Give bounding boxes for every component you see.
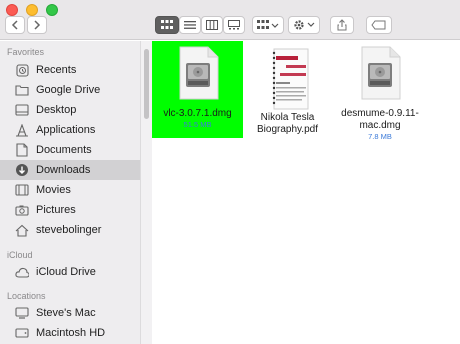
column-view-button[interactable]	[201, 16, 223, 34]
camera-icon	[15, 203, 29, 217]
sidebar-item-label: Movies	[36, 184, 71, 196]
gallery-view-button[interactable]	[223, 16, 245, 34]
file-item-tesla-pdf[interactable]: Nikola Tesla Biography.pdf	[245, 44, 330, 136]
sidebar: Favorites Recents Google Drive Desktop A…	[0, 41, 140, 344]
download-icon	[15, 163, 29, 177]
cloud-icon	[15, 265, 29, 279]
hard-drive-icon	[15, 326, 29, 340]
sidebar-item-label: Desktop	[36, 104, 77, 116]
sidebar-item-icloud-drive[interactable]: iCloud Drive	[0, 262, 140, 282]
chevron-left-icon	[11, 20, 18, 30]
list-view-button[interactable]	[179, 16, 201, 34]
disk-image-icon	[361, 46, 401, 100]
desktop-icon	[15, 103, 29, 117]
scrollbar-thumb[interactable]	[144, 49, 149, 119]
sidebar-item-label: iCloud Drive	[36, 266, 96, 278]
share-icon	[337, 19, 347, 31]
gallery-view-icon	[228, 20, 240, 30]
file-size: 51.5 MB	[183, 120, 212, 129]
back-button[interactable]	[5, 16, 25, 34]
file-size: 7.8 MB	[368, 132, 392, 141]
home-icon	[15, 223, 29, 237]
sidebar-item-label: Downloads	[36, 164, 91, 176]
share-button[interactable]	[330, 16, 354, 34]
sidebar-item-downloads[interactable]: Downloads	[0, 160, 140, 180]
sidebar-item-applications[interactable]: Applications	[0, 120, 140, 140]
locations-header: Locations	[7, 291, 46, 301]
sidebar-item-documents[interactable]: Documents	[0, 140, 140, 160]
sidebar-item-home[interactable]: stevebolinger	[0, 220, 140, 240]
file-item-vlc[interactable]: vlc-3.0.7.1.dmg 51.5 MB	[155, 44, 240, 130]
group-grid-icon	[257, 20, 279, 29]
file-name: vlc-3.0.7.1.dmg	[163, 108, 232, 119]
disk-image-icon	[179, 46, 218, 100]
grid-view-icon	[161, 20, 173, 29]
minimize-window-button[interactable]	[26, 4, 38, 16]
sidebar-item-steves-mac[interactable]: Steve's Mac	[0, 303, 140, 323]
gear-icon	[294, 20, 315, 30]
sidebar-item-desktop[interactable]: Desktop	[0, 100, 140, 120]
group-by-button[interactable]	[252, 16, 284, 34]
clock-icon	[15, 63, 29, 77]
zoom-window-button[interactable]	[46, 4, 58, 16]
chevron-right-icon	[34, 20, 41, 30]
icon-view-button[interactable]	[155, 16, 179, 34]
computer-icon	[15, 306, 29, 320]
sidebar-item-macintosh-hd[interactable]: Macintosh HD	[0, 323, 140, 343]
icloud-header: iCloud	[7, 250, 33, 260]
sidebar-item-label: Google Drive	[36, 84, 101, 96]
document-icon	[15, 143, 29, 157]
sidebar-item-label: Recents	[36, 64, 77, 76]
file-item-desmume[interactable]: desmume-0.9.11- mac.dmg 7.8 MB	[335, 44, 425, 142]
sidebar-item-label: Pictures	[36, 204, 76, 216]
sidebar-item-label: stevebolinger	[36, 224, 102, 236]
sidebar-item-label: Steve's Mac	[36, 307, 96, 319]
forward-button[interactable]	[27, 16, 47, 34]
wikihow-watermark: wikiHow	[376, 319, 452, 338]
file-name-line2: Biography.pdf	[257, 124, 318, 135]
sidebar-item-google-drive[interactable]: Google Drive	[0, 80, 140, 100]
pdf-icon	[272, 48, 308, 110]
list-view-icon	[184, 21, 196, 29]
sidebar-item-label: Documents	[36, 144, 92, 156]
file-name-line1: desmume-0.9.11-	[341, 108, 419, 119]
edit-tags-button[interactable]	[366, 16, 392, 34]
file-name-line2: mac.dmg	[359, 120, 401, 131]
action-menu-button[interactable]	[288, 16, 320, 34]
tag-icon	[371, 20, 386, 30]
sidebar-item-recents[interactable]: Recents	[0, 60, 140, 80]
sidebar-item-pictures[interactable]: Pictures	[0, 200, 140, 220]
sidebar-item-movies[interactable]: Movies	[0, 180, 140, 200]
favorites-header: Favorites	[7, 47, 45, 57]
sidebar-item-label: Macintosh HD	[36, 327, 106, 339]
sidebar-scrollbar[interactable]	[140, 41, 152, 344]
column-view-icon	[206, 20, 218, 30]
close-window-button[interactable]	[6, 4, 18, 16]
sidebar-item-label: Applications	[36, 124, 96, 136]
finder-toolbar	[0, 0, 460, 40]
folder-icon	[15, 83, 29, 97]
file-name-line1: Nikola Tesla	[260, 112, 315, 123]
film-icon	[15, 183, 29, 197]
applications-icon	[15, 123, 29, 137]
